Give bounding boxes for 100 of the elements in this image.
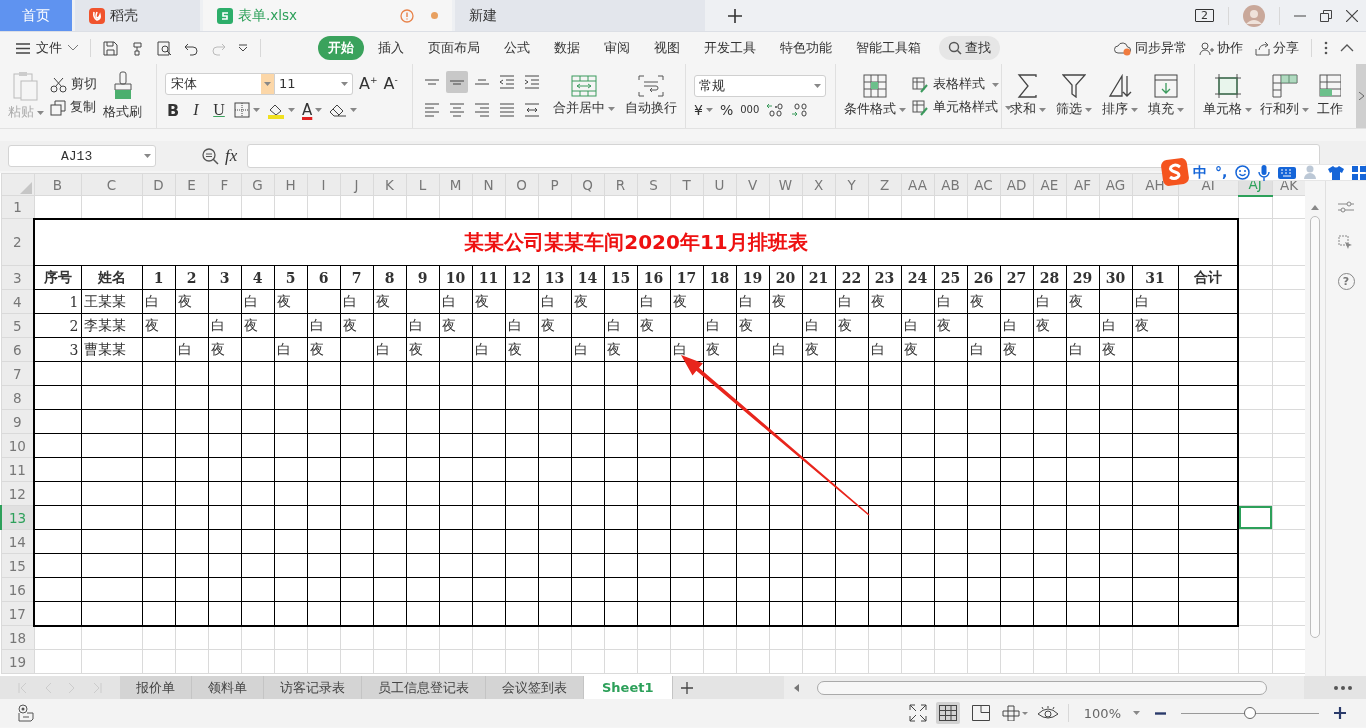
sheet-tab[interactable]: 报价单	[120, 676, 192, 699]
keyboard-icon[interactable]	[1278, 166, 1297, 179]
column-header[interactable]: T	[670, 173, 703, 196]
toolbar-action[interactable]: 同步异常	[1114, 39, 1187, 57]
column-header[interactable]: AA	[901, 173, 934, 196]
font-name-field[interactable]: 宋体	[165, 72, 275, 95]
wrap-text-button[interactable]: 自动换行	[625, 75, 677, 117]
print-preview-icon[interactable]	[157, 40, 172, 56]
macro-icon[interactable]	[18, 704, 34, 722]
font-color-button[interactable]: A	[302, 101, 323, 119]
ribbon-tab[interactable]: 公式	[494, 36, 540, 60]
sheet-tab[interactable]: 员工信息登记表	[362, 676, 486, 699]
add-sheet-icon[interactable]	[680, 681, 693, 694]
column-header[interactable]: N	[472, 173, 505, 196]
merge-center-button[interactable]: 合并居中	[553, 75, 615, 117]
crosshair-icon[interactable]	[1001, 705, 1028, 721]
column-header[interactable]: I	[307, 173, 340, 196]
table-style-button[interactable]: 表格样式	[912, 76, 1012, 93]
column-header[interactable]: S	[637, 173, 670, 196]
more-icon[interactable]	[1334, 685, 1352, 690]
document-tab[interactable]: 稻壳	[75, 0, 200, 31]
fill-button[interactable]: 填充	[1148, 74, 1184, 118]
ribbon-tab[interactable]: 插入	[368, 36, 414, 60]
collapse-icon[interactable]	[1340, 44, 1354, 52]
file-menu[interactable]: 文件	[16, 39, 78, 57]
italic-button[interactable]: I	[188, 101, 204, 119]
border-button[interactable]	[234, 102, 260, 118]
column-header[interactable]: P	[538, 173, 571, 196]
selection-icon[interactable]	[1338, 235, 1354, 251]
sheet-tab[interactable]: 访客记录表	[264, 676, 362, 699]
column-header[interactable]: H	[274, 173, 307, 196]
save-icon[interactable]	[103, 40, 118, 56]
column-header[interactable]: X	[802, 173, 835, 196]
more-icon[interactable]	[1324, 41, 1328, 55]
column-header[interactable]: AD	[1000, 173, 1033, 196]
column-header[interactable]: AB	[934, 173, 967, 196]
copy-button[interactable]: 复制	[50, 99, 97, 116]
zoom-level[interactable]: 100%	[1083, 705, 1121, 721]
column-header[interactable]: O	[505, 173, 538, 196]
row-header[interactable]: 19	[1, 649, 34, 674]
shirt-icon[interactable]	[1328, 165, 1345, 180]
ribbon-tab[interactable]: 特色功能	[770, 36, 842, 60]
column-header[interactable]: D	[142, 173, 175, 196]
cell-button[interactable]: 单元格	[1203, 74, 1252, 118]
row-header[interactable]: 2	[1, 218, 34, 266]
toolbar-action[interactable]: 协作	[1199, 39, 1243, 57]
column-header[interactable]: M	[439, 173, 472, 196]
ribbon-tab[interactable]: 开发工具	[694, 36, 766, 60]
column-header[interactable]: K	[373, 173, 406, 196]
zoom-out-icon[interactable]	[1155, 711, 1166, 715]
customize-caret-icon[interactable]	[238, 44, 248, 52]
column-header[interactable]: W	[769, 173, 802, 196]
format-painter-button[interactable]: 格式刷	[103, 71, 142, 121]
ribbon-tab[interactable]: 页面布局	[418, 36, 490, 60]
column-header[interactable]: F	[208, 173, 241, 196]
thousands-button[interactable]: 000	[740, 104, 760, 115]
sort-button[interactable]: 排序	[1102, 74, 1138, 118]
number-format-field[interactable]: 常规	[694, 74, 826, 97]
rows-columns-button[interactable]: 行和列	[1260, 74, 1309, 118]
column-header[interactable]: Q	[571, 173, 604, 196]
scroll-left-icon[interactable]	[794, 683, 799, 692]
sheet-tab[interactable]: 领料单	[192, 676, 264, 699]
column-header[interactable]: V	[736, 173, 769, 196]
column-header[interactable]: B	[34, 173, 81, 196]
sheet-tab[interactable]: Sheet1	[584, 676, 673, 699]
decrease-decimal-icon[interactable]	[791, 101, 810, 118]
cell-cursor[interactable]	[1238, 505, 1272, 530]
conditional-format-button[interactable]: 条件格式	[844, 74, 906, 118]
percent-button[interactable]: %	[719, 101, 734, 118]
normal-view-button[interactable]	[935, 702, 960, 724]
sum-button[interactable]: 求和	[1010, 74, 1046, 118]
cut-button[interactable]: 剪切	[50, 76, 97, 93]
ribbon-tab[interactable]: 视图	[644, 36, 690, 60]
column-header[interactable]: Y	[835, 173, 868, 196]
column-header[interactable]: L	[406, 173, 439, 196]
document-tab[interactable]: 表单.xlsx	[203, 0, 452, 31]
eye-icon[interactable]	[1036, 705, 1059, 721]
worksheet-button[interactable]: 工作	[1317, 74, 1343, 118]
font-size-field[interactable]: 11	[275, 72, 353, 95]
underline-button[interactable]: U	[211, 101, 227, 119]
clear-button[interactable]	[329, 103, 358, 117]
zoom-icon[interactable]	[202, 147, 219, 165]
shrink-font-button[interactable]: A$^{-}$	[383, 74, 398, 93]
window-count[interactable]: 2	[1195, 9, 1214, 22]
sheet-tab[interactable]: 会议签到表	[486, 676, 584, 699]
column-header[interactable]: AF	[1066, 173, 1099, 196]
column-header[interactable]: AC	[967, 173, 1000, 196]
document-tab[interactable]: 首页	[0, 0, 72, 31]
name-box[interactable]: AJ13	[8, 145, 156, 167]
ribbon-tab[interactable]: 数据	[544, 36, 590, 60]
increase-decimal-icon[interactable]	[766, 101, 785, 118]
fullscreen-icon[interactable]	[908, 704, 927, 722]
restore-icon[interactable]	[1320, 9, 1332, 22]
row-header[interactable]: 1	[1, 195, 34, 219]
toolbar-action[interactable]: 分享	[1255, 39, 1299, 57]
bold-button[interactable]: B	[165, 100, 181, 120]
column-header[interactable]: E	[175, 173, 208, 196]
document-tab[interactable]: 新建	[455, 0, 705, 31]
ribbon-tab[interactable]: 开始	[318, 36, 364, 60]
column-header[interactable]: Z	[868, 173, 901, 196]
